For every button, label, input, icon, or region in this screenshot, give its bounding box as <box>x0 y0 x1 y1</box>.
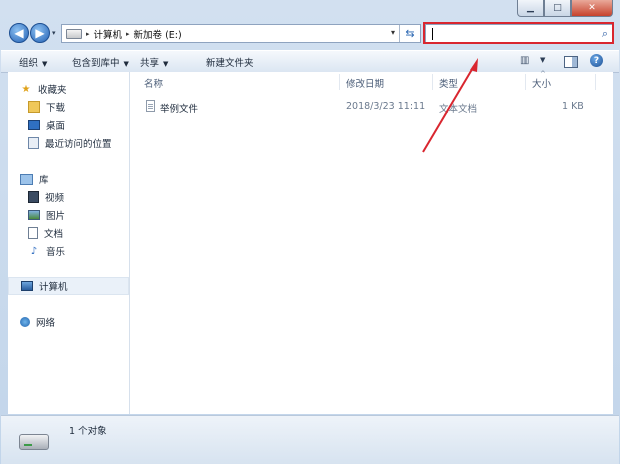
sidebar-item-label: 计算机 <box>39 282 68 293</box>
command-bar: 组织 ▼ 包含到库中 ▼ 共享 ▼ 新建文件夹 ▥ ▼ ? <box>1 50 619 73</box>
text-caret <box>432 28 433 40</box>
recent-pages-dropdown[interactable]: ▾ <box>52 29 56 37</box>
search-input[interactable]: ⌕ <box>425 24 613 43</box>
computer-small-icon <box>66 28 82 39</box>
file-size: 1 KB <box>562 101 584 112</box>
sidebar-item-computer[interactable]: 计算机 <box>8 277 129 295</box>
sidebar-item-label: 库 <box>39 175 49 186</box>
window-controls: ▁ □ ✕ <box>517 0 613 17</box>
sidebar-item-label: 桌面 <box>46 121 66 132</box>
library-icon <box>20 173 33 185</box>
sidebar-item-label: 网络 <box>36 318 56 329</box>
sidebar-item-network[interactable]: 网络 <box>20 315 55 329</box>
refresh-button[interactable]: ⇆ <box>399 25 420 42</box>
recent-places-icon <box>28 137 39 149</box>
file-name: 举例文件 <box>160 104 199 115</box>
sidebar-item-videos[interactable]: 视频 <box>28 190 64 204</box>
column-header-type[interactable]: 类型 <box>439 76 458 90</box>
back-arrow-icon: ◀ <box>14 26 24 40</box>
details-pane: 1 个对象 <box>1 415 619 464</box>
sidebar-item-label: 最近访问的位置 <box>45 139 112 150</box>
chevron-down-icon: ▼ <box>163 60 169 68</box>
sidebar-item-label: 收藏夹 <box>38 85 67 96</box>
sidebar-item-documents[interactable]: 文档 <box>28 226 63 240</box>
text-file-icon <box>146 100 155 112</box>
address-dropdown[interactable]: ▾ <box>391 28 395 37</box>
breadcrumb-separator[interactable]: ▸ <box>86 30 90 38</box>
sidebar-item-pictures[interactable]: 图片 <box>28 208 65 222</box>
pictures-library-icon <box>28 210 40 220</box>
column-divider[interactable] <box>595 74 596 90</box>
column-header-name[interactable]: 名称 <box>144 76 163 90</box>
navigation-pane: ★ 收藏夹 下载 桌面 最近访问的位置 库 视频 图片 文档 ♪ 音乐 计算机 … <box>8 72 130 414</box>
file-row[interactable]: 举例文件 2018/3/23 11:11 文本文档 1 KB <box>130 98 613 115</box>
include-in-library-menu[interactable]: 包含到库中 ▼ <box>72 55 129 69</box>
sidebar-item-libraries[interactable]: 库 <box>20 172 49 186</box>
breadcrumb-computer[interactable]: 计算机 <box>94 27 123 41</box>
sidebar-item-downloads[interactable]: 下载 <box>28 100 65 114</box>
refresh-icon: ⇆ <box>405 27 415 40</box>
forward-arrow-icon: ▶ <box>35 26 45 40</box>
sidebar-item-label: 音乐 <box>46 247 66 258</box>
chevron-down-icon: ▼ <box>123 60 129 68</box>
sidebar-item-label: 文档 <box>44 229 64 240</box>
column-header-size[interactable]: 大小 <box>532 76 551 90</box>
column-header-modified[interactable]: 修改日期 <box>346 76 384 90</box>
breadcrumb-separator[interactable]: ▸ <box>126 30 130 38</box>
column-divider[interactable] <box>339 74 340 90</box>
drive-icon <box>19 434 49 450</box>
search-icon[interactable]: ⌕ <box>602 27 608 41</box>
computer-icon <box>21 281 33 291</box>
sidebar-item-music[interactable]: ♪ 音乐 <box>28 244 66 259</box>
file-type: 文本文档 <box>439 104 478 115</box>
network-icon <box>20 317 30 327</box>
breadcrumb-volume-e[interactable]: 新加卷 (E:) <box>134 27 182 41</box>
help-icon[interactable]: ? <box>590 54 603 67</box>
column-divider[interactable] <box>432 74 433 90</box>
music-library-icon: ♪ <box>30 245 38 257</box>
organize-label: 组织 <box>19 58 39 69</box>
maximize-button[interactable]: □ <box>544 0 571 17</box>
column-divider[interactable] <box>525 74 526 90</box>
share-menu[interactable]: 共享 ▼ <box>140 55 168 69</box>
forward-button[interactable]: ▶ <box>30 23 50 43</box>
minimize-button[interactable]: ▁ <box>517 0 544 17</box>
sidebar-item-label: 视频 <box>45 193 65 204</box>
desktop-icon <box>28 120 40 130</box>
chevron-down-icon: ▼ <box>42 60 48 68</box>
new-folder-button[interactable]: 新建文件夹 <box>206 55 254 69</box>
explorer-window: ▁ □ ✕ ◀ ▶ ▾ ▸ 计算机 ▸ 新加卷 (E:) ▾ ⇆ ⌕ 组织 ▼ 包… <box>0 0 620 464</box>
address-bar[interactable]: ▸ 计算机 ▸ 新加卷 (E:) ▾ ⇆ <box>61 24 421 43</box>
sidebar-item-label: 下载 <box>46 103 66 114</box>
organize-menu[interactable]: 组织 ▼ <box>19 55 47 69</box>
item-count: 1 个对象 <box>69 426 107 437</box>
star-icon: ★ <box>21 83 31 95</box>
file-list: ^ 名称 修改日期 类型 大小 举例文件 2018/3/23 11:11 文本文… <box>130 70 613 414</box>
sidebar-item-recent-places[interactable]: 最近访问的位置 <box>28 136 112 150</box>
preview-pane-icon[interactable] <box>564 56 578 68</box>
close-button[interactable]: ✕ <box>571 0 613 17</box>
back-button[interactable]: ◀ <box>9 23 29 43</box>
file-modified: 2018/3/23 11:11 <box>346 101 426 112</box>
sidebar-item-desktop[interactable]: 桌面 <box>28 118 65 132</box>
view-dropdown[interactable]: ▼ <box>540 56 545 64</box>
include-in-library-label: 包含到库中 <box>72 58 120 69</box>
view-options-icon[interactable]: ▥ <box>520 55 529 66</box>
sidebar-item-favorites[interactable]: ★ 收藏夹 <box>20 82 67 97</box>
documents-library-icon <box>28 227 38 239</box>
share-label: 共享 <box>140 58 160 69</box>
download-folder-icon <box>28 101 40 113</box>
sidebar-item-label: 图片 <box>46 211 66 222</box>
video-library-icon <box>28 191 39 203</box>
